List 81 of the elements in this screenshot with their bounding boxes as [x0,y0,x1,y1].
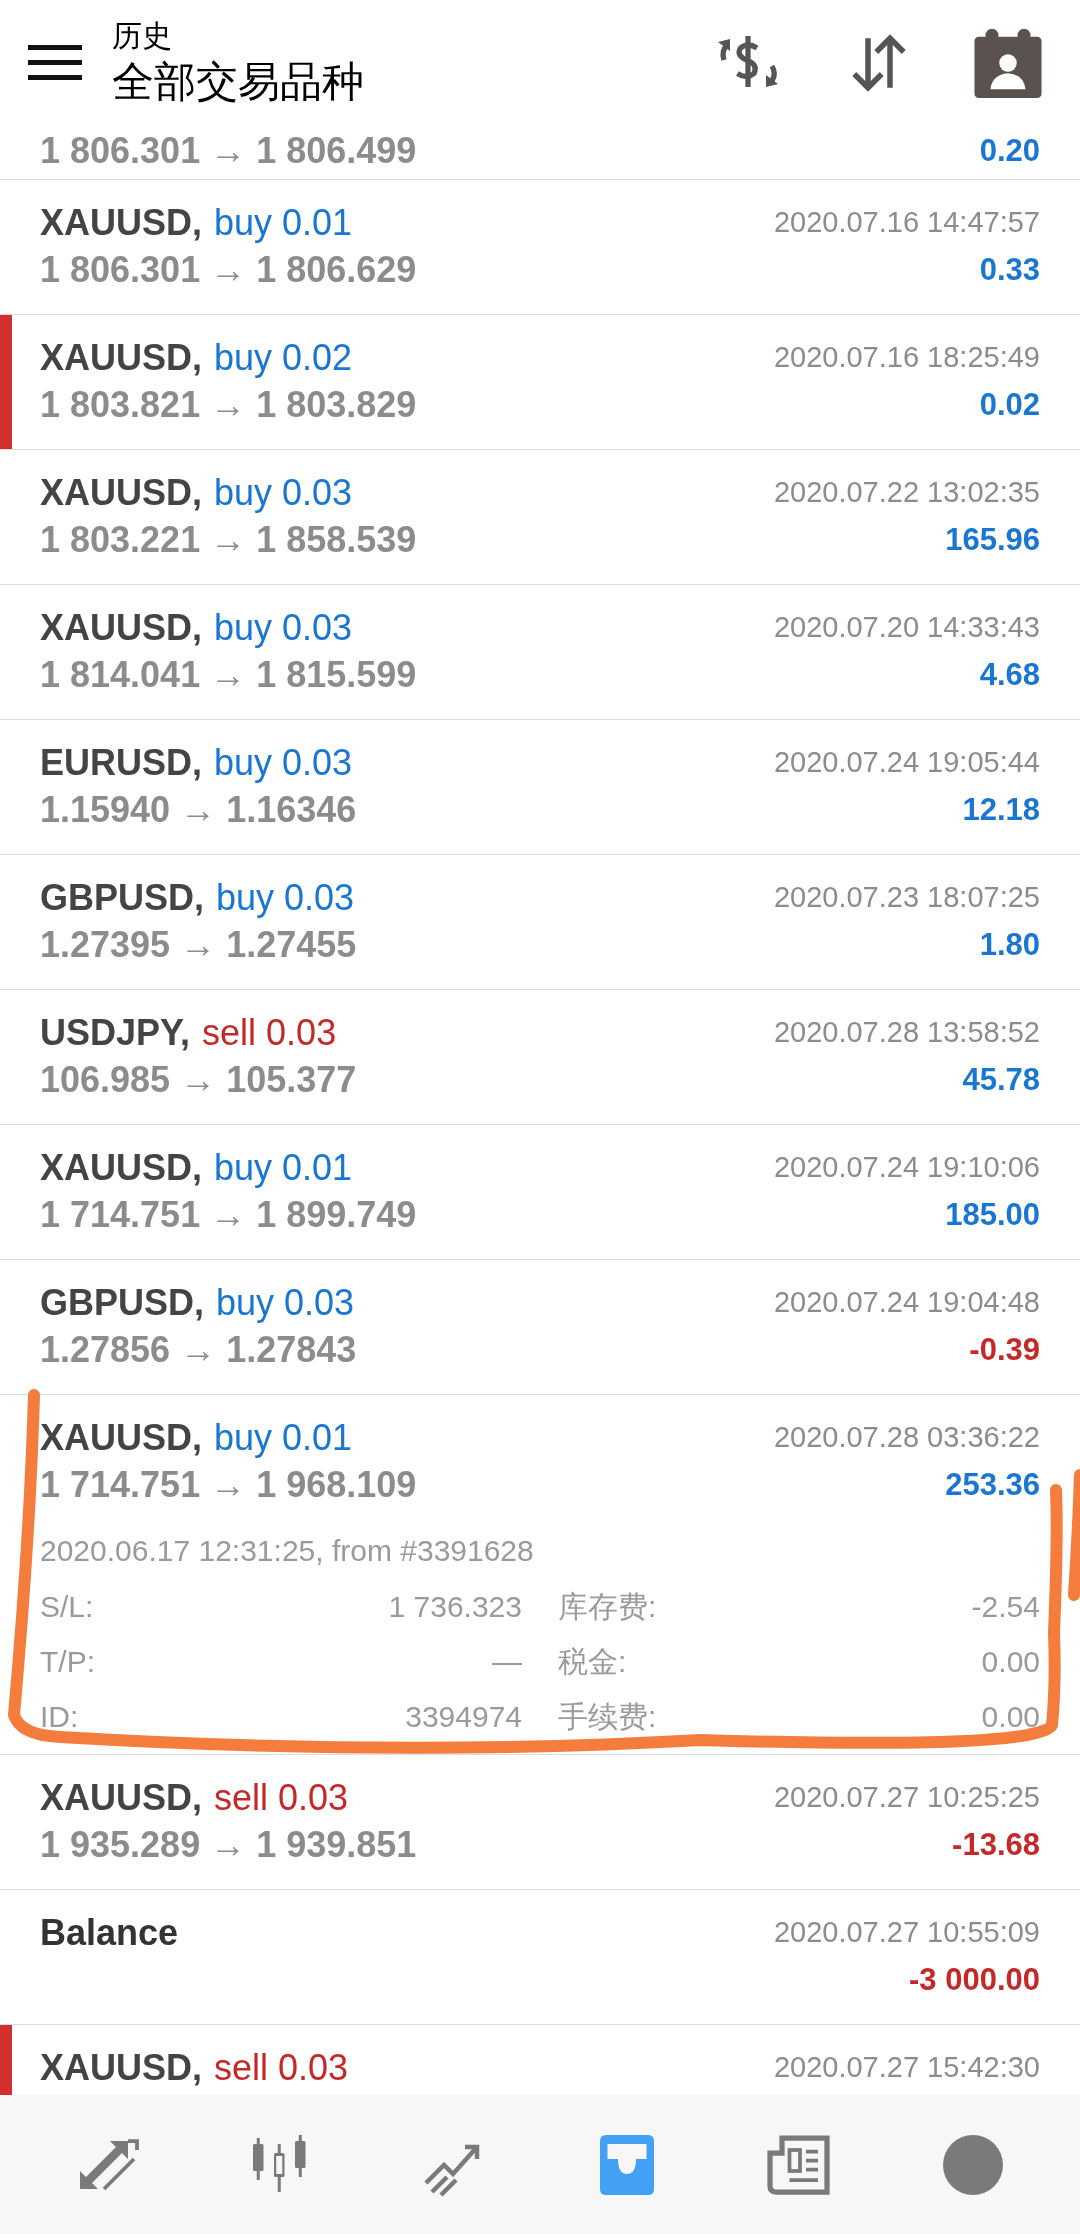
price-range: 1.27856 → 1.27843 [40,1328,357,1372]
symbol-label: XAUUSD, [40,1146,203,1190]
close-time: 2020.07.28 03:36:22 [773,1420,1040,1456]
order-type: buy 0.02 [214,336,353,380]
price-range: 1 803.821 → 1 803.829 [40,383,417,427]
price-range: 1 814.041 → 1 815.599 [40,653,417,697]
profit-value: 253.36 [945,1465,1040,1504]
detail-value: 3394974 [405,1699,522,1735]
profit-value: -3 000.00 [909,1960,1040,1999]
order-type: buy 0.01 [214,1146,353,1190]
profit-value: 45.78 [962,1060,1040,1099]
symbol-label: XAUUSD, [40,471,203,515]
open-info: 2020.06.17 12:31:25, from #3391628 [40,1532,535,1569]
detail-label: 手续费: [558,1699,657,1735]
price-range: 1 806.301 → 1 806.629 [40,248,417,292]
price-range: 1 935.289 → 1 939.851 [40,1823,417,1867]
close-time: 2020.07.24 19:05:44 [773,745,1040,781]
price-range: 1 714.751 → 1 899.749 [40,1193,417,1237]
profit-value: 12.18 [962,790,1040,829]
detail-value: 1 736.323 [388,1589,522,1625]
close-time: 2020.07.28 13:58:52 [773,1015,1040,1051]
profit-value: 0.33 [979,250,1040,289]
symbol-label: XAUUSD, [40,201,203,245]
close-time: 2020.07.27 10:55:09 [773,1915,1040,1951]
profit-value: -13.68 [952,1825,1040,1864]
menu-icon[interactable] [28,42,82,83]
order-type: buy 0.03 [214,606,353,650]
symbol-label: GBPUSD, [40,1281,205,1325]
header-subtitle: 历史 [112,17,173,54]
close-time: 2020.07.23 18:07:25 [773,880,1040,916]
profit-value: -0.39 [969,1330,1040,1369]
symbol-label: USDJPY, [40,1011,191,1055]
order-type: buy 0.03 [214,471,353,515]
price-range: 1.15940 → 1.16346 [40,788,357,832]
detail-label: T/P: [40,1644,95,1680]
symbol-label: XAUUSD, [40,606,203,650]
order-type: sell 0.03 [214,2046,349,2090]
order-type: buy 0.03 [214,741,353,785]
price-range: 1 803.221 → 1 858.539 [40,518,417,562]
order-type: buy 0.01 [214,1416,353,1460]
price-range: 106.985 → 105.377 [40,1058,357,1102]
symbol-label: EURUSD, [40,741,203,785]
close-time: 2020.07.22 13:02:35 [773,475,1040,511]
symbol-label: XAUUSD, [40,1776,203,1820]
close-time: 2020.07.27 15:42:30 [773,2050,1040,2086]
close-time: 2020.07.16 14:47:57 [773,205,1040,241]
profit-value: 185.00 [945,1195,1040,1234]
symbol-label: XAUUSD, [40,1416,203,1460]
order-type: sell 0.03 [202,1011,337,1055]
profit-value: 165.96 [945,520,1040,559]
detail-label: 税金: [558,1644,627,1680]
close-time: 2020.07.24 19:04:48 [773,1285,1040,1321]
price-range: 1 806.301 → 1 806.499 [40,129,417,173]
profit-value: 0.02 [979,385,1040,424]
profit-value: 4.68 [979,655,1040,694]
symbol-label: XAUUSD, [40,2046,203,2090]
detail-label: S/L: [40,1589,94,1625]
trade-row[interactable]: XAUUSD, buy 0.02 2020.07.16 18:25:49 1 803.821 → 1 803.829 0.02 [0,315,1080,450]
order-type: buy 0.01 [214,201,353,245]
close-time: 2020.07.24 19:10:06 [773,1150,1040,1186]
order-type: buy 0.03 [216,1281,355,1325]
profit-value: 1.80 [979,925,1040,964]
close-time: 2020.07.16 18:25:49 [773,340,1040,376]
close-time: 2020.07.20 14:33:43 [773,610,1040,646]
profit-value: 0.20 [979,131,1040,170]
price-range: 1 714.751 → 1 968.109 [40,1463,417,1507]
detail-label: 库存费: [558,1589,657,1625]
price-range: 1.27395 → 1.27455 [40,923,357,967]
close-time: 2020.07.27 10:25:25 [773,1780,1040,1816]
detail-value: -2.54 [971,1589,1040,1625]
detail-label: ID: [40,1699,79,1735]
detail-value: — [492,1644,522,1680]
symbol-label: Balance [40,1911,179,1955]
symbol-label: XAUUSD, [40,336,203,380]
header-title: 全部交易品种 [112,56,364,107]
order-type: buy 0.03 [216,876,355,920]
detail-value: 0.00 [981,1644,1040,1680]
symbol-label: GBPUSD, [40,876,205,920]
detail-value: 0.00 [981,1699,1040,1735]
calendar-person-icon[interactable] [974,27,1042,98]
order-type: sell 0.03 [214,1776,349,1820]
